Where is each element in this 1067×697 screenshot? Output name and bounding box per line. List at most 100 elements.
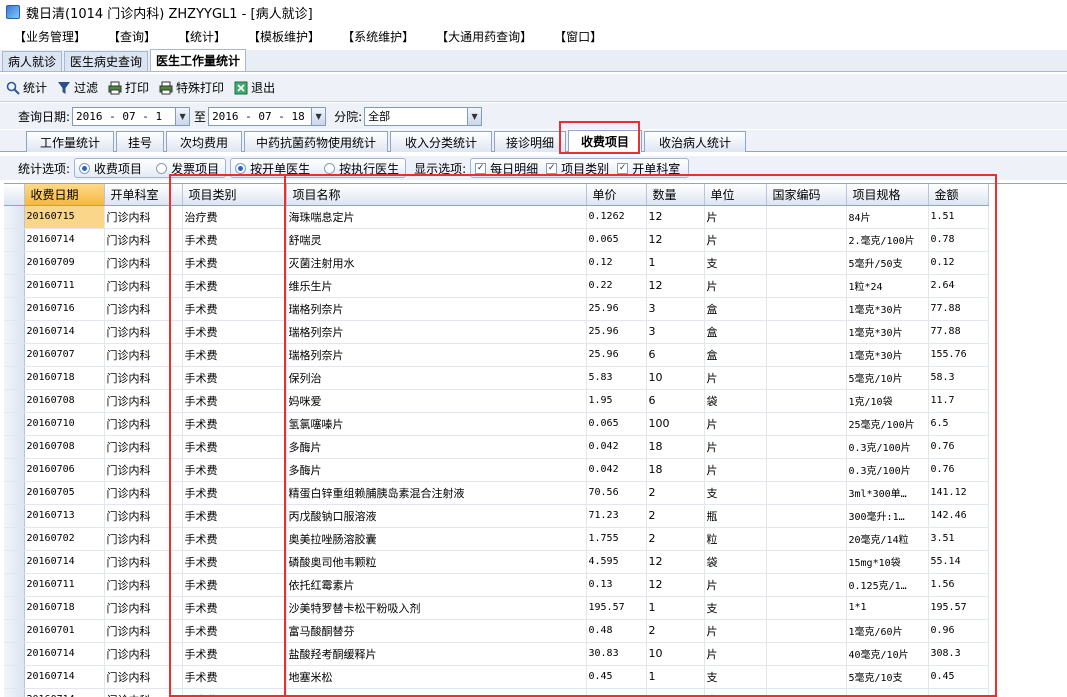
radio-invoice-item[interactable]: 发票项目 [156, 160, 219, 177]
cell-price[interactable]: 1.95 [586, 389, 647, 413]
row-indicator[interactable] [4, 412, 25, 436]
cell-national-code[interactable] [766, 297, 847, 321]
table-row[interactable]: 20160709 门诊内科 手术费 灭菌注射用水 0.12 1 支 5毫升/50支 0.12 [4, 251, 989, 275]
cell-spec[interactable]: 1*1 [846, 596, 929, 620]
chevron-down-icon[interactable]: ▼ [467, 107, 482, 125]
cell-national-code[interactable] [766, 550, 847, 574]
cell-price[interactable]: 5.00 [586, 688, 647, 697]
branch-select[interactable]: 全部 ▼ [364, 106, 483, 126]
cell-quantity[interactable]: 1 [646, 596, 705, 620]
cell-national-code[interactable] [766, 251, 847, 275]
cell-amount[interactable]: 1.51 [928, 205, 989, 229]
cell-national-code[interactable] [766, 412, 847, 436]
cell-unit[interactable]: 片 [704, 366, 767, 390]
cell-date[interactable]: 20160714 [24, 665, 105, 689]
menu-window[interactable]: 【窗口】 [554, 28, 602, 45]
cell-date[interactable]: 20160710 [24, 412, 105, 436]
cell-item-name[interactable]: 氢氯噻嗪片 [286, 412, 587, 436]
cell-date[interactable]: 20160708 [24, 389, 105, 413]
cell-spec[interactable]: 5毫升/50支 [846, 251, 929, 275]
cell-category[interactable]: 手术费 [182, 343, 287, 367]
cell-price[interactable]: 70.56 [586, 481, 647, 505]
special-print-button[interactable]: 特殊打印 [159, 79, 224, 96]
tab-admitted-patients[interactable]: 收治病人统计 [644, 131, 746, 152]
cell-amount[interactable]: 0.76 [928, 435, 989, 459]
cell-date[interactable]: 20160713 [24, 504, 105, 528]
row-indicator[interactable] [4, 228, 25, 252]
cell-item-name[interactable]: 精蛋白锌重组赖脯胰岛素混合注射液 [286, 481, 587, 505]
table-row[interactable]: 20160711 门诊内科 手术费 维乐生片 0.22 12 片 1粒*24 2.64 [4, 274, 989, 298]
cell-dept[interactable]: 门诊内科 [104, 366, 183, 390]
cell-spec[interactable]: 1粒*24 [846, 274, 929, 298]
cell-item-name[interactable]: 瑞格列奈片 [286, 297, 587, 321]
cell-date[interactable]: 20160715 [24, 205, 105, 229]
cell-price[interactable]: 0.12 [586, 251, 647, 275]
col-header-price[interactable]: 单价 [586, 184, 647, 206]
cell-date[interactable]: 20160714 [24, 320, 105, 344]
cell-spec[interactable]: 300毫升:1… [846, 504, 929, 528]
cell-price[interactable]: 0.065 [586, 412, 647, 436]
cell-unit[interactable]: 盒 [704, 320, 767, 344]
cell-price[interactable]: 25.96 [586, 320, 647, 344]
cell-national-code[interactable] [766, 688, 847, 697]
cell-quantity[interactable]: 12 [646, 205, 705, 229]
cell-dept[interactable]: 门诊内科 [104, 596, 183, 620]
cell-unit[interactable]: 片 [704, 205, 767, 229]
cell-national-code[interactable] [766, 228, 847, 252]
cell-price[interactable]: 0.042 [586, 435, 647, 459]
cell-unit[interactable]: 支 [704, 481, 767, 505]
cell-item-name[interactable]: 维乐生片 [286, 274, 587, 298]
cell-national-code[interactable] [766, 205, 847, 229]
table-row[interactable]: 20160702 门诊内科 手术费 奥美拉唑肠溶胶囊 1.755 2 粒 20毫克/14粒 3.… [4, 527, 989, 551]
cell-category[interactable]: 手术费 [182, 642, 287, 666]
cell-national-code[interactable] [766, 274, 847, 298]
row-indicator[interactable] [4, 274, 25, 298]
cell-dept[interactable]: 门诊内科 [104, 619, 183, 643]
cell-item-name[interactable]: 沙美特罗替卡松干粉吸入剂 [286, 596, 587, 620]
cell-unit[interactable]: 支 [704, 688, 767, 697]
cell-item-name[interactable]: 奥美拉唑肠溶胶囊 [286, 527, 587, 551]
chevron-down-icon[interactable]: ▼ [175, 107, 190, 125]
cell-national-code[interactable] [766, 481, 847, 505]
menu-drug-query[interactable]: 【大通用药查询】 [436, 28, 532, 45]
cell-item-name[interactable]: 富马酸酮替芬 [286, 619, 587, 643]
cell-quantity[interactable]: 12 [646, 573, 705, 597]
menu-business[interactable]: 【业务管理】 [14, 28, 86, 45]
cell-dept[interactable]: 门诊内科 [104, 550, 183, 574]
cell-item-name[interactable]: 多酶片 [286, 458, 587, 482]
cell-price[interactable]: 5.83 [586, 366, 647, 390]
cell-unit[interactable]: 支 [704, 251, 767, 275]
cell-price[interactable]: 0.1262 [586, 205, 647, 229]
cell-category[interactable]: 手术费 [182, 435, 287, 459]
cell-category[interactable]: 手术费 [182, 665, 287, 689]
cell-item-name[interactable]: 保列治 [286, 366, 587, 390]
row-indicator[interactable] [4, 320, 25, 344]
cell-amount[interactable]: 77.88 [928, 297, 989, 321]
radio-order-doctor[interactable]: 按开单医生 [235, 160, 310, 177]
cell-unit[interactable]: 片 [704, 458, 767, 482]
data-grid[interactable]: 收费日期 开单科室 项目类别 项目名称 单价 数量 单位 国家编码 项目规格 金… [4, 183, 1067, 697]
cell-spec[interactable]: 1毫克*30片 [846, 343, 929, 367]
cell-unit[interactable]: 片 [704, 228, 767, 252]
row-indicator[interactable] [4, 550, 25, 574]
cell-item-name[interactable]: 妈咪爱 [286, 389, 587, 413]
cell-category[interactable]: 手术费 [182, 366, 287, 390]
cell-unit[interactable]: 片 [704, 274, 767, 298]
cell-amount[interactable]: 0.78 [928, 228, 989, 252]
cell-amount[interactable]: 141.12 [928, 481, 989, 505]
cell-unit[interactable]: 瓶 [704, 504, 767, 528]
select-all-corner[interactable] [4, 184, 25, 206]
cell-unit[interactable]: 盒 [704, 343, 767, 367]
menu-stats[interactable]: 【统计】 [178, 28, 226, 45]
date-to-picker[interactable]: 2016 - 07 - 18 ▼ [208, 106, 327, 126]
cell-dept[interactable]: 门诊内科 [104, 665, 183, 689]
table-row[interactable]: 20160718 门诊内科 手术费 保列治 5.83 10 片 5毫克/10片 58.3 [4, 366, 989, 390]
filter-button[interactable]: 过滤 [57, 79, 98, 96]
exit-button[interactable]: 退出 [234, 79, 275, 96]
cell-amount[interactable]: 3.51 [928, 527, 989, 551]
row-indicator[interactable] [4, 458, 25, 482]
cell-date[interactable]: 20160701 [24, 619, 105, 643]
cell-quantity[interactable]: 1 [646, 251, 705, 275]
cell-date[interactable]: 20160714 [24, 228, 105, 252]
cell-quantity[interactable]: 12 [646, 228, 705, 252]
